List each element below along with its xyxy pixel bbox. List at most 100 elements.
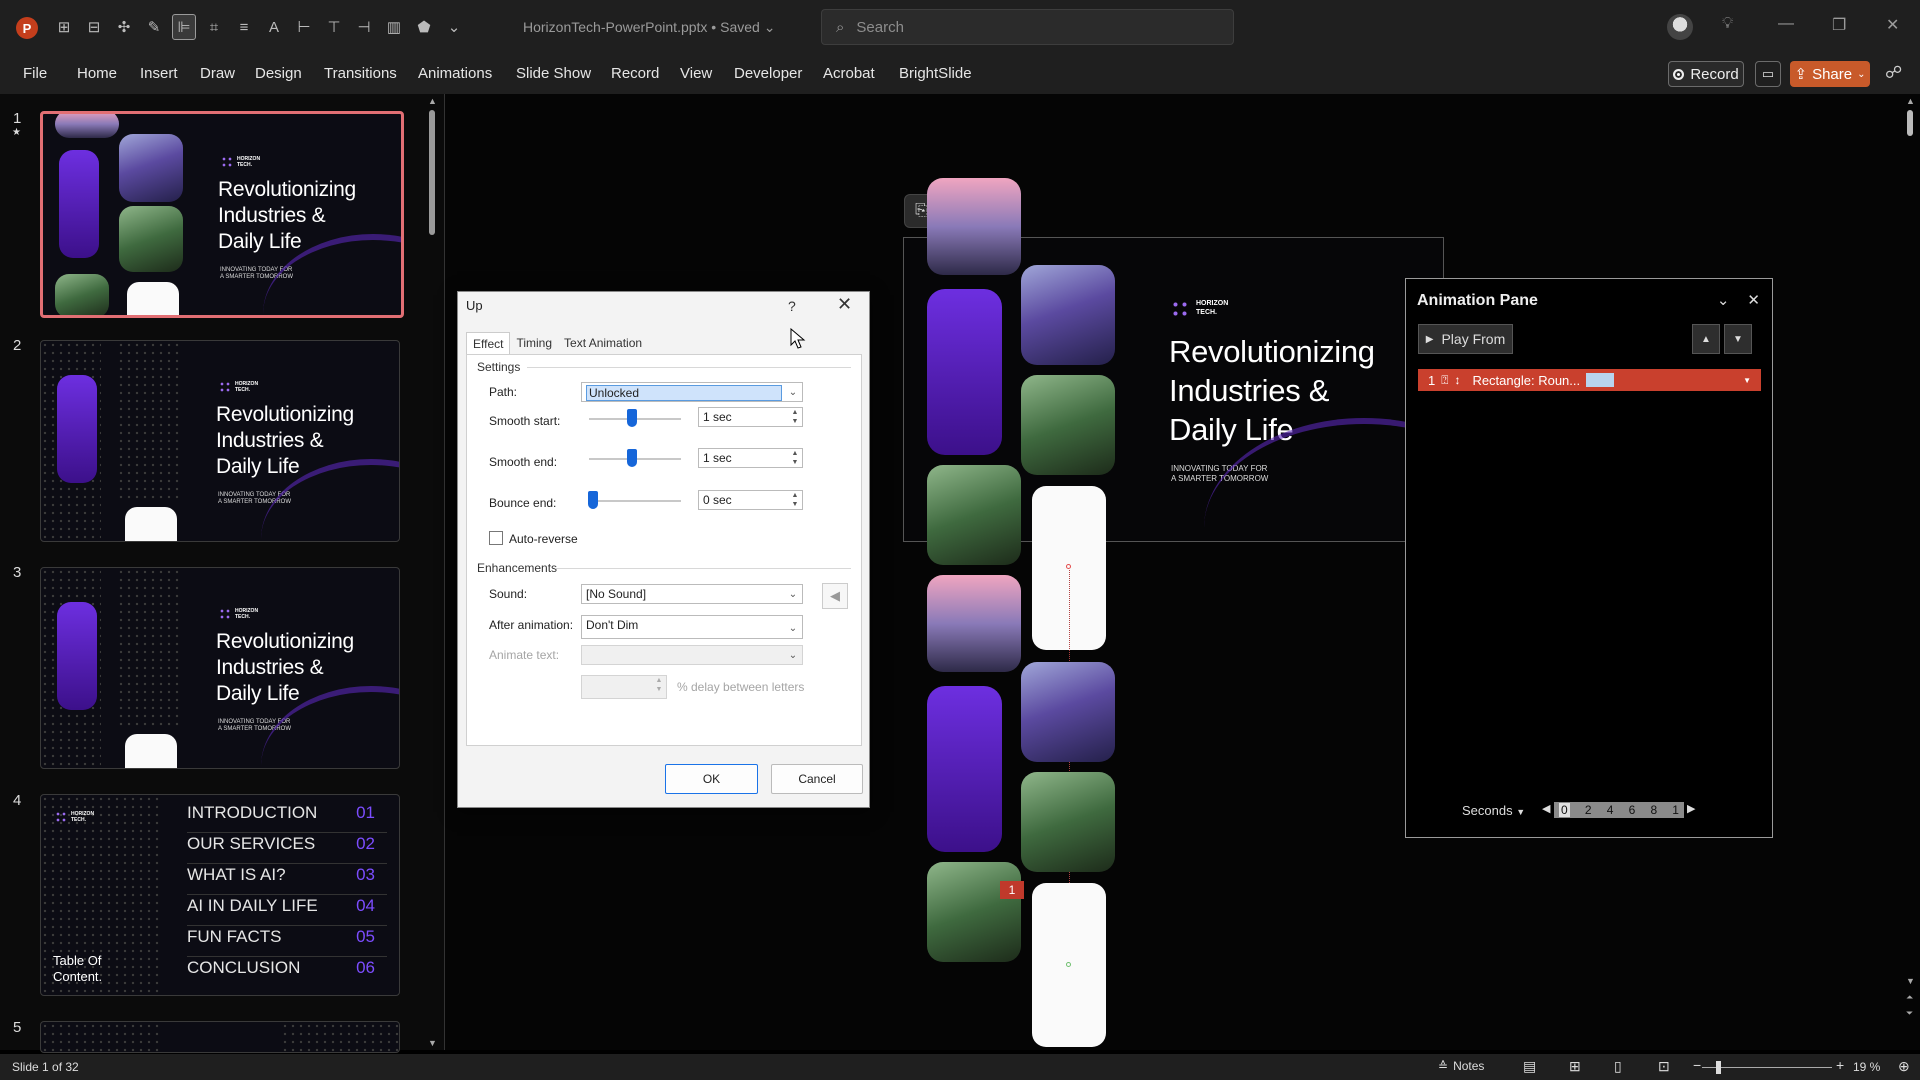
- tab-slide-show[interactable]: Slide Show: [516, 65, 591, 82]
- slide-thumbnail-5[interactable]: [40, 1021, 400, 1053]
- tab-draw[interactable]: Draw: [200, 65, 235, 82]
- timeline-ruler[interactable]: 0 2 4 6 8 1: [1554, 802, 1684, 818]
- shape-union-icon[interactable]: ⊟: [82, 14, 106, 40]
- seconds-dropdown[interactable]: Seconds ▼: [1462, 803, 1525, 818]
- close-icon[interactable]: ✕: [1886, 15, 1899, 35]
- scroll-up-arrow-icon[interactable]: ▲: [428, 96, 437, 106]
- zoom-slider-thumb[interactable]: [1716, 1061, 1721, 1074]
- shape-merge-icon[interactable]: ⊞: [52, 14, 76, 40]
- canvas-purple-shape[interactable]: [927, 289, 1002, 455]
- canvas-image[interactable]: [927, 575, 1021, 672]
- canvas-image[interactable]: [1021, 772, 1115, 872]
- previous-slide-icon[interactable]: ⏶: [1906, 992, 1913, 1003]
- bounce-end-slider-thumb[interactable]: [588, 491, 598, 509]
- chevron-down-icon[interactable]: ⌄: [1717, 291, 1730, 309]
- reading-view-icon[interactable]: ▯: [1614, 1058, 1622, 1075]
- crop-icon[interactable]: ⌗: [202, 14, 226, 40]
- animation-list-item[interactable]: 1 ⍰ ↕ Rectangle: Roun... ▼: [1418, 369, 1761, 391]
- thumbnails-scrollbar[interactable]: ▲ ▼: [428, 96, 437, 1048]
- tab-acrobat[interactable]: Acrobat: [823, 65, 875, 82]
- avatar[interactable]: [1667, 14, 1693, 40]
- slide-thumbnail-2[interactable]: HORIZON TECH. Revolutionizing Industries…: [40, 340, 400, 542]
- tab-design[interactable]: Design: [255, 65, 302, 82]
- shape-icon[interactable]: ⬟: [412, 14, 436, 40]
- zoom-out-icon[interactable]: −: [1693, 1057, 1701, 1073]
- slide-sorter-icon[interactable]: ⊞: [1569, 1058, 1581, 1075]
- slide-show-icon[interactable]: ⊡: [1658, 1058, 1670, 1075]
- bounce-end-slider-track[interactable]: [589, 500, 681, 502]
- brush-icon[interactable]: ✎: [142, 14, 166, 40]
- ok-button[interactable]: OK: [665, 764, 758, 794]
- fit-to-window-icon[interactable]: ⊕: [1898, 1058, 1910, 1075]
- scroll-down-arrow-icon[interactable]: ▼: [428, 1038, 437, 1048]
- close-icon[interactable]: ✕: [1747, 291, 1760, 309]
- shape-combine-icon[interactable]: ✣: [112, 14, 136, 40]
- canvas-purple-shape[interactable]: [927, 686, 1002, 852]
- zoom-in-icon[interactable]: +: [1836, 1057, 1844, 1073]
- tab-home[interactable]: Home: [77, 65, 117, 82]
- document-title[interactable]: HorizonTech-PowerPoint.pptx • Saved ⌄: [523, 19, 775, 36]
- tab-insert[interactable]: Insert: [140, 65, 178, 82]
- normal-view-icon[interactable]: ▤: [1523, 1058, 1536, 1075]
- tab-brightslide[interactable]: BrightSlide: [899, 65, 972, 82]
- spinner-arrows-icon[interactable]: ▲ ▼: [788, 491, 802, 509]
- slide-thumbnail-4[interactable]: HORIZON TECH. INTRODUCTION 01 OUR SERVICE…: [40, 794, 400, 996]
- share-button[interactable]: ⇪ Share ⌄: [1790, 61, 1870, 87]
- next-slide-icon[interactable]: ⏷: [1906, 1008, 1913, 1019]
- tab-view[interactable]: View: [680, 65, 712, 82]
- scroll-up-arrow-icon[interactable]: ▲: [1906, 96, 1915, 106]
- spinner-arrows-icon[interactable]: ▲ ▼: [788, 449, 802, 467]
- tab-developer[interactable]: Developer: [734, 65, 802, 82]
- notes-button[interactable]: ≙ Notes: [1438, 1059, 1484, 1073]
- canvas-image[interactable]: [927, 862, 1021, 962]
- spinner-arrows-icon[interactable]: ▲ ▼: [788, 408, 802, 426]
- canvas-image[interactable]: [1021, 375, 1115, 475]
- motion-path-start[interactable]: [1066, 564, 1071, 569]
- align-left-icon[interactable]: ⊢: [292, 14, 316, 40]
- speaker-icon[interactable]: ◀: [822, 583, 848, 609]
- canvas-image[interactable]: [927, 178, 1021, 275]
- bounce-end-spinner[interactable]: 0 sec ▲ ▼: [698, 490, 803, 510]
- align-top-icon[interactable]: ⊤: [322, 14, 346, 40]
- scroll-down-arrow-icon[interactable]: ▼: [1906, 976, 1915, 986]
- slide-thumbnail-1[interactable]: HORIZON TECH. Revolutionizing Industries…: [40, 111, 404, 318]
- search-box[interactable]: ⌕ Search: [821, 9, 1234, 45]
- cancel-button[interactable]: Cancel: [771, 764, 863, 794]
- restore-icon[interactable]: ❐: [1832, 15, 1846, 35]
- close-icon[interactable]: ✕: [837, 294, 852, 315]
- tab-timing[interactable]: Timing: [510, 332, 558, 355]
- comments-button[interactable]: ▭: [1755, 61, 1781, 87]
- format-align-icon[interactable]: ⊫: [172, 14, 196, 40]
- timeline-left-icon[interactable]: ◀: [1542, 802, 1550, 815]
- auto-reverse-checkbox[interactable]: [489, 531, 503, 545]
- path-select[interactable]: Unlocked ⌄: [581, 382, 803, 402]
- animation-order-badge[interactable]: 1: [1000, 881, 1024, 899]
- text-icon[interactable]: A: [262, 14, 286, 40]
- editor-scrollbar[interactable]: ▲ ▼ ⏶ ⏷: [1905, 96, 1915, 1030]
- smooth-end-slider-thumb[interactable]: [627, 449, 637, 467]
- move-down-button[interactable]: ▼: [1724, 324, 1752, 354]
- smooth-start-slider-thumb[interactable]: [627, 409, 637, 427]
- tab-transitions[interactable]: Transitions: [324, 65, 397, 82]
- smooth-start-spinner[interactable]: 1 sec ▲ ▼: [698, 407, 803, 427]
- more-icon[interactable]: ⌄: [442, 14, 466, 40]
- align-right-icon[interactable]: ⊣: [352, 14, 376, 40]
- zoom-slider-track[interactable]: [1702, 1067, 1832, 1068]
- smooth-end-spinner[interactable]: 1 sec ▲ ▼: [698, 448, 803, 468]
- zoom-level[interactable]: 19 %: [1853, 1060, 1880, 1074]
- record-button[interactable]: Record: [1668, 61, 1744, 87]
- chart-icon[interactable]: ▥: [382, 14, 406, 40]
- minimize-icon[interactable]: —: [1778, 15, 1794, 33]
- play-from-button[interactable]: ▶ Play From: [1418, 324, 1513, 354]
- slide-thumbnail-3[interactable]: HORIZON TECH. Revolutionizing Industries…: [40, 567, 400, 769]
- tab-effect[interactable]: Effect: [466, 332, 511, 355]
- tab-file[interactable]: File: [23, 65, 47, 82]
- scrollbar-thumb[interactable]: [429, 110, 435, 235]
- move-up-button[interactable]: ▲: [1692, 324, 1720, 354]
- text-direction-icon[interactable]: ≡: [232, 14, 256, 40]
- lightbulb-icon[interactable]: 💡︎: [1722, 15, 1733, 33]
- tab-animations[interactable]: Animations: [418, 65, 492, 82]
- slide-counter[interactable]: Slide 1 of 32: [12, 1060, 79, 1074]
- coauthor-icon[interactable]: ☍: [1885, 63, 1902, 83]
- after-animation-select[interactable]: Don't Dim ⌄: [581, 615, 803, 639]
